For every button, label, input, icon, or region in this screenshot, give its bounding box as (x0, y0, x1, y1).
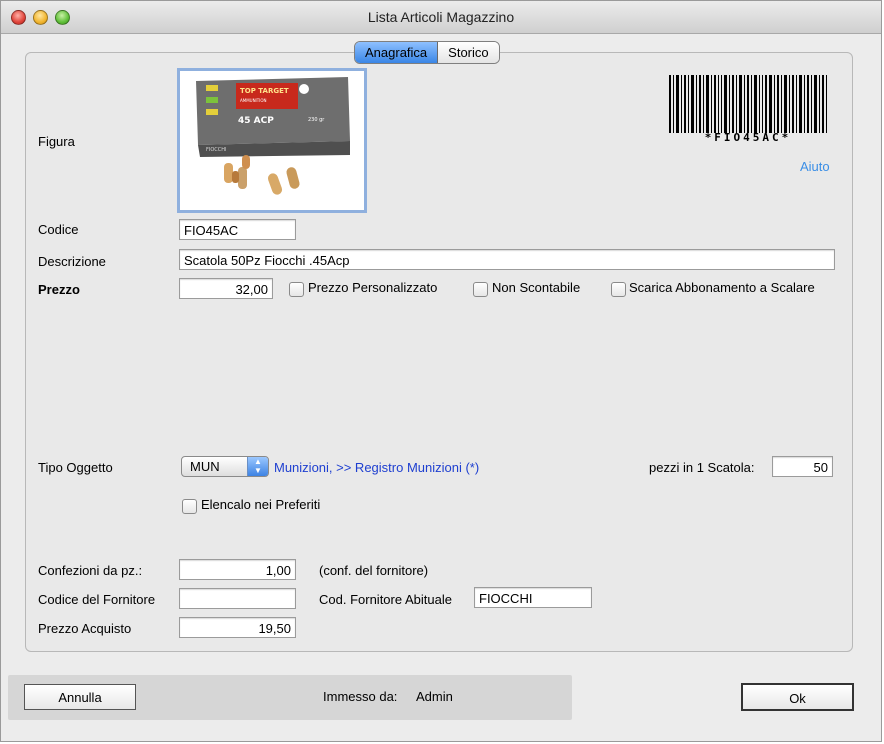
tipo-oggetto-select[interactable]: MUN ▲ ▼ (181, 456, 269, 477)
tipo-oggetto-label: Tipo Oggetto (38, 460, 113, 475)
non-scontabile-checkbox[interactable] (473, 282, 488, 297)
tab-storico[interactable]: Storico (438, 42, 499, 63)
preferiti-checkbox[interactable] (182, 499, 197, 514)
confezioni-label: Confezioni da pz.: (38, 563, 143, 578)
tab-bar: Anagrafica Storico (354, 41, 500, 64)
descrizione-field[interactable]: Scatola 50Pz Fiocchi .45Acp (179, 249, 835, 270)
prezzo-field[interactable]: 32,00 (179, 278, 273, 299)
barcode-text: *FIO45AC* (704, 131, 792, 144)
non-scontabile-label: Non Scontabile (492, 280, 581, 295)
prezzo-label: Prezzo (38, 282, 80, 297)
box-brand-text: TOP TARGET (240, 87, 289, 95)
codice-fornitore-field[interactable] (179, 588, 296, 609)
updown-arrows-icon: ▲ ▼ (247, 457, 268, 476)
pezzi-scatola-field[interactable]: 50 (772, 456, 833, 477)
prezzo-acquisto-field[interactable]: 19,50 (179, 617, 296, 638)
immesso-da-value: Admin (416, 689, 453, 704)
window: Lista Articoli Magazzino Anagrafica Stor… (0, 0, 882, 742)
box-subtitle-text: AMMUNITION (240, 98, 267, 103)
box-maker-text: FIOCCHI (206, 147, 227, 153)
figura-label: Figura (38, 134, 75, 149)
title-bar[interactable]: Lista Articoli Magazzino (1, 1, 881, 34)
box-weight-text: 230 gr (308, 117, 325, 123)
prezzo-personalizzato-checkbox[interactable] (289, 282, 304, 297)
scarica-abbonamento-label: Scarica Abbonamento a Scalare (629, 280, 815, 295)
descrizione-label: Descrizione (38, 254, 106, 269)
immesso-da-label: Immesso da: (323, 689, 398, 704)
codice-fornitore-label: Codice del Fornitore (38, 592, 156, 607)
annulla-button[interactable]: Annulla (24, 684, 136, 710)
barcode-image (669, 75, 827, 133)
registro-munizioni-link[interactable]: Munizioni, >> Registro Munizioni (*) (274, 460, 479, 475)
prezzo-acquisto-label: Prezzo Acquisto (38, 621, 132, 636)
box-caliber-text: 45 ACP (238, 116, 274, 126)
help-link[interactable]: Aiuto (800, 159, 830, 174)
product-image[interactable]: TOP TARGET AMMUNITION 45 ACP 230 gr FIOC… (177, 68, 367, 213)
preferiti-label: Elencalo nei Preferiti (201, 497, 321, 512)
tipo-oggetto-value: MUN (190, 459, 220, 474)
confezioni-field[interactable]: 1,00 (179, 559, 296, 580)
cod-fornitore-abituale-field[interactable]: FIOCCHI (474, 587, 592, 608)
window-title: Lista Articoli Magazzino (367, 9, 515, 25)
cod-fornitore-abituale-label: Cod. Fornitore Abituale (319, 592, 452, 607)
scarica-abbonamento-checkbox[interactable] (611, 282, 626, 297)
codice-field[interactable]: FIO45AC (179, 219, 296, 240)
ok-button[interactable]: Ok (741, 683, 854, 711)
codice-label: Codice (38, 222, 79, 237)
confezioni-note: (conf. del fornitore) (319, 563, 429, 578)
tab-anagrafica[interactable]: Anagrafica (355, 42, 439, 63)
prezzo-personalizzato-label: Prezzo Personalizzato (308, 280, 438, 295)
pezzi-scatola-label: pezzi in 1 Scatola: (649, 460, 755, 475)
